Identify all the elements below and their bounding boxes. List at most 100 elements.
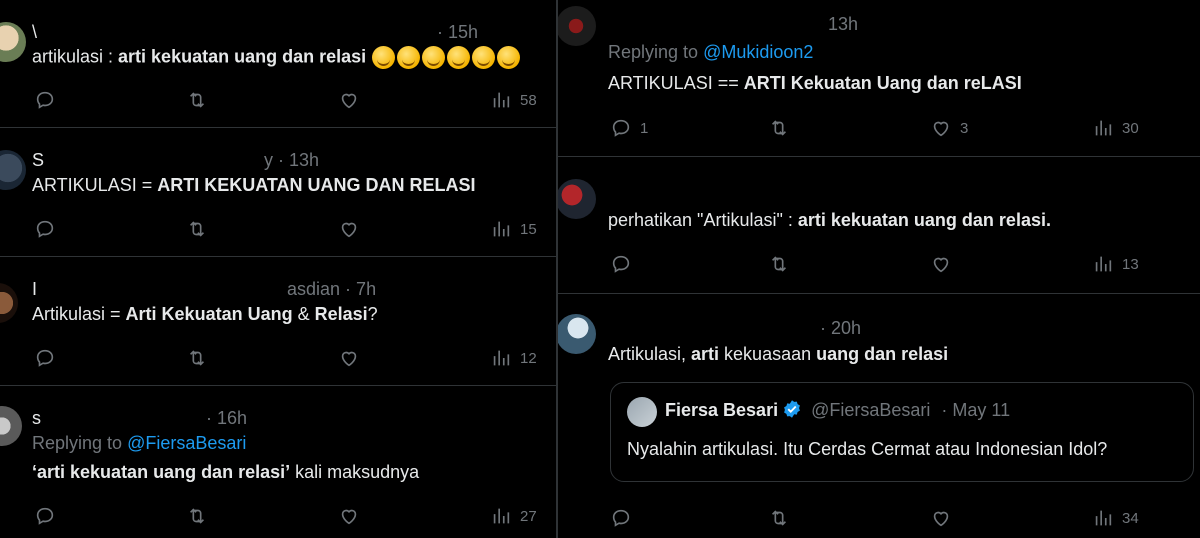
tweet-actions: 1 3 30 <box>558 116 1200 140</box>
tweet-right-2[interactable]: perhatikan "Artikulasi" : arti kekuatan … <box>558 157 1200 294</box>
retweet-icon <box>189 350 205 366</box>
tweet-text-plain: artikulasi : <box>32 46 119 67</box>
like-button[interactable] <box>338 504 360 528</box>
quoted-date[interactable]: · May 11 <box>941 400 1010 420</box>
tweet-text: perhatikan "Artikulasi" : arti kekuatan … <box>608 210 1051 231</box>
tweet-text-bold: arti kekuatan uang dan relasi <box>118 46 367 67</box>
emoji-icon <box>447 46 471 69</box>
like-button[interactable] <box>930 506 952 530</box>
reply-icon <box>612 119 630 137</box>
reply-button[interactable] <box>610 252 632 276</box>
tweet-text-plain: perhatikan "Artikulasi" : <box>608 210 798 230</box>
redaction-block <box>37 18 438 48</box>
quoted-handle[interactable]: @FiersaBesari <box>811 400 930 420</box>
views-icon <box>493 221 510 237</box>
views-button[interactable]: 58 <box>490 88 537 112</box>
avatar[interactable] <box>558 6 596 46</box>
views-count: 34 <box>1122 509 1139 527</box>
reply-button[interactable]: 1 <box>610 116 648 140</box>
reply-button[interactable] <box>34 88 56 112</box>
like-button[interactable] <box>338 346 360 370</box>
views-button[interactable]: 34 <box>1092 506 1139 530</box>
views-icon <box>493 508 510 524</box>
views-button[interactable]: 27 <box>490 504 537 528</box>
like-button[interactable] <box>338 88 360 112</box>
avatar[interactable] <box>0 406 22 446</box>
reply-icon <box>36 91 54 109</box>
avatar[interactable] <box>0 22 26 62</box>
tweet-left-3[interactable]: Iasdian · 7h Artikulasi = Arti Kekuatan … <box>0 257 556 386</box>
tweet-text-bold: arti <box>691 344 720 364</box>
retweet-button[interactable] <box>186 88 208 112</box>
author-name-fragment[interactable]: s <box>32 408 41 428</box>
tweet-text: ‘arti kekuatan uang dan relasi’ kali mak… <box>32 462 419 483</box>
redaction-block <box>608 314 820 344</box>
emoji-icon <box>497 46 521 69</box>
like-button[interactable] <box>930 252 952 276</box>
like-button[interactable] <box>338 217 360 241</box>
retweet-icon <box>189 508 205 524</box>
views-button[interactable]: 13 <box>1092 252 1139 276</box>
tweet-meta: \ · 15h <box>32 18 478 48</box>
timestamp[interactable]: · 15h <box>437 22 478 42</box>
reply-button[interactable] <box>34 504 56 528</box>
like-count: 3 <box>960 119 969 137</box>
views-count: 30 <box>1122 119 1139 137</box>
avatar[interactable] <box>0 150 26 190</box>
quoted-meta: Fiersa Besari @FiersaBesari · May 11 <box>665 399 1010 421</box>
views-count: 13 <box>1122 255 1139 273</box>
replying-handle-link[interactable]: @Mukidioon2 <box>703 42 813 62</box>
tweet-left-1[interactable]: \ · 15h artikulasi : arti kekuatan uang d… <box>0 0 556 128</box>
timestamp[interactable]: · 16h <box>206 408 247 428</box>
like-icon <box>341 509 357 525</box>
timestamp[interactable]: · 20h <box>820 318 861 338</box>
tweet-right-3[interactable]: · 20h Artikulasi, arti kekuasaan uang da… <box>558 294 1200 538</box>
like-icon <box>341 93 357 109</box>
tweet-text-plain: Artikulasi = <box>32 304 126 324</box>
replying-handle-link[interactable]: @FiersaBesari <box>127 433 246 453</box>
retweet-button[interactable] <box>768 252 790 276</box>
like-button[interactable]: 3 <box>930 116 968 140</box>
tweet-text-bold: ARTI KEKUATAN UANG DAN RELASI <box>157 175 476 195</box>
timestamp[interactable]: y · 13h <box>264 150 319 170</box>
tweet-left-2[interactable]: Sy · 13h ARTIKULASI = ARTI KEKUATAN UANG… <box>0 128 556 257</box>
author-name-fragment[interactable]: S <box>32 150 44 170</box>
timestamp[interactable]: 13h <box>828 14 858 34</box>
reply-button[interactable] <box>34 346 56 370</box>
retweet-button[interactable] <box>768 506 790 530</box>
tweet-text-bold: . <box>1045 210 1051 230</box>
tweet-text-plain: kali maksudnya <box>290 462 420 482</box>
like-icon <box>933 121 949 137</box>
tweet-actions: 27 <box>0 504 556 528</box>
reply-count: 1 <box>640 119 649 137</box>
views-button[interactable]: 30 <box>1092 116 1139 140</box>
retweet-button[interactable] <box>186 504 208 528</box>
tweet-left-4[interactable]: s · 16h Replying to @FiersaBesari ‘arti k… <box>0 386 556 538</box>
avatar[interactable] <box>558 314 596 354</box>
redaction-block <box>608 10 828 40</box>
emoji-icon <box>397 46 421 69</box>
retweet-button[interactable] <box>186 346 208 370</box>
quoted-tweet[interactable]: Fiersa Besari @FiersaBesari · May 11 Nya… <box>610 382 1194 482</box>
tweet-right-1[interactable]: 13h Replying to @Mukidioon2 ARTIKULASI =… <box>558 0 1200 157</box>
left-screenshot-panel: \ · 15h artikulasi : arti kekuatan uang d… <box>0 0 556 538</box>
reply-button[interactable] <box>34 217 56 241</box>
views-button[interactable]: 12 <box>490 346 537 370</box>
views-button[interactable]: 15 <box>490 217 537 241</box>
retweet-button[interactable] <box>768 116 790 140</box>
quoted-avatar[interactable] <box>627 397 657 427</box>
like-icon <box>341 222 357 238</box>
quoted-author-name[interactable]: Fiersa Besari <box>665 400 778 420</box>
views-count: 27 <box>520 507 537 525</box>
avatar[interactable] <box>0 283 18 323</box>
tweet-meta: s · 16h <box>32 404 247 434</box>
tweet-text-bold: Arti Kekuatan Uang <box>125 304 293 324</box>
replying-to: Replying to @FiersaBesari <box>32 433 246 454</box>
tweet-actions: 13 <box>558 252 1200 276</box>
tweet-text: artikulasi : arti kekuatan uang dan rela… <box>32 46 521 69</box>
retweet-button[interactable] <box>186 217 208 241</box>
views-icon <box>1095 120 1112 136</box>
avatar[interactable] <box>558 179 596 219</box>
reply-button[interactable] <box>610 506 632 530</box>
timestamp[interactable]: asdian · 7h <box>287 279 376 299</box>
